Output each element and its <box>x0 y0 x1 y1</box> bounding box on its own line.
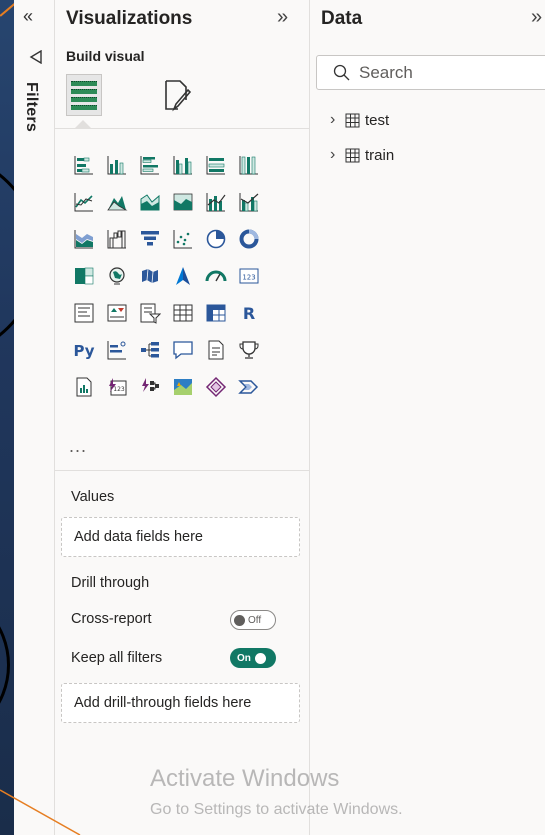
data-title: Data <box>321 8 363 29</box>
arcgis-map-icon[interactable] <box>166 368 199 405</box>
100-stacked-area-chart-icon[interactable] <box>166 183 199 220</box>
keep-all-filters-label: Keep all filters <box>71 650 163 666</box>
smart-narrative-icon[interactable] <box>199 331 232 368</box>
paginated-report-icon[interactable] <box>67 368 100 405</box>
search-input[interactable] <box>359 62 509 83</box>
report-canvas-edge <box>0 0 14 835</box>
divider <box>55 128 310 129</box>
canvas-drawing-circle-lower <box>0 585 10 745</box>
line-and-stacked-column-chart-icon[interactable] <box>199 183 232 220</box>
area-chart-icon[interactable] <box>100 183 133 220</box>
double-chevron-right-icon[interactable]: » <box>531 6 542 29</box>
key-influencers-icon[interactable] <box>100 331 133 368</box>
search-box[interactable] <box>316 55 545 90</box>
line-chart-icon[interactable] <box>67 183 100 220</box>
keep-all-filters-toggle[interactable]: On <box>230 648 276 668</box>
chevron-right-icon[interactable]: › <box>330 146 340 164</box>
build-visual-label: Build visual <box>66 48 145 64</box>
cross-report-label: Cross-report <box>71 611 152 627</box>
svg-text:123: 123 <box>113 386 125 393</box>
decomposition-tree-icon[interactable] <box>133 331 166 368</box>
multi-row-card-icon[interactable] <box>67 294 100 331</box>
table-icon <box>345 113 360 127</box>
stacked-bar-chart-icon[interactable] <box>67 146 100 183</box>
100-stacked-column-chart-icon[interactable] <box>232 146 265 183</box>
toggle-state: Off <box>248 614 262 626</box>
chevron-visual-icon[interactable] <box>232 368 265 405</box>
card-icon[interactable]: 123 <box>232 257 265 294</box>
pie-chart-icon[interactable] <box>199 220 232 257</box>
ribbon-chart-icon[interactable] <box>67 220 100 257</box>
slicer-icon[interactable] <box>133 294 166 331</box>
qa-icon[interactable] <box>166 331 199 368</box>
power-apps-icon[interactable]: 123 <box>100 368 133 405</box>
data-pane: Data » › test › train <box>310 0 545 835</box>
svg-text:Py: Py <box>73 342 94 360</box>
stacked-column-chart-icon[interactable] <box>100 146 133 183</box>
line-and-clustered-column-chart-icon[interactable] <box>232 183 265 220</box>
toggle-state: On <box>237 652 251 664</box>
canvas-drawing-stroke <box>0 789 81 835</box>
svg-text:R: R <box>242 304 254 323</box>
canvas-drawing-circle <box>0 150 14 360</box>
cross-report-toggle[interactable]: Off <box>230 610 276 630</box>
filled-map-icon[interactable] <box>133 257 166 294</box>
search-icon <box>333 64 350 81</box>
filter-funnel-icon <box>29 50 42 64</box>
donut-chart-icon[interactable] <box>232 220 265 257</box>
azure-map-icon[interactable] <box>166 257 199 294</box>
matrix-icon[interactable] <box>199 294 232 331</box>
filters-pane[interactable]: « Filters <box>14 0 55 835</box>
waterfall-chart-icon[interactable] <box>100 220 133 257</box>
canvas-drawing-line <box>0 0 14 17</box>
clustered-column-chart-icon[interactable] <box>166 146 199 183</box>
chevron-right-icon[interactable]: › <box>330 111 340 129</box>
funnel-chart-icon[interactable] <box>133 220 166 257</box>
visualizations-title: Visualizations <box>66 8 193 29</box>
stacked-area-chart-icon[interactable] <box>133 183 166 220</box>
format-visual-tab-icon[interactable] <box>160 78 194 112</box>
map-icon[interactable] <box>100 257 133 294</box>
treemap-icon[interactable] <box>67 257 100 294</box>
divider <box>55 470 310 471</box>
table-item-test[interactable]: › test <box>330 111 389 129</box>
drill-through-label: Drill through <box>71 575 150 591</box>
toggle-knob <box>254 652 266 664</box>
table-item-train[interactable]: › train <box>330 146 394 164</box>
drill-through-drop-well[interactable]: Add drill-through fields here <box>61 683 300 723</box>
table-icon[interactable] <box>166 294 199 331</box>
double-chevron-right-icon[interactable]: » <box>277 6 288 29</box>
diamond-visual-icon[interactable] <box>199 368 232 405</box>
visualizations-pane: Visualizations » Build visual 123 R Py 1… <box>55 0 310 835</box>
python-visual-icon[interactable]: Py <box>67 331 100 368</box>
power-automate-icon[interactable] <box>133 368 166 405</box>
table-name: test <box>365 111 390 129</box>
100-stacked-bar-chart-icon[interactable] <box>199 146 232 183</box>
values-label: Values <box>71 489 115 505</box>
scatter-chart-icon[interactable] <box>166 220 199 257</box>
double-chevron-left-icon[interactable]: « <box>23 6 33 27</box>
metrics-icon[interactable] <box>232 331 265 368</box>
kpi-icon[interactable] <box>100 294 133 331</box>
table-icon <box>345 148 360 162</box>
filters-label[interactable]: Filters <box>22 82 40 132</box>
values-drop-well[interactable]: Add data fields here <box>61 517 300 557</box>
build-visual-tab-icon[interactable] <box>66 74 102 116</box>
table-name: train <box>365 146 395 164</box>
clustered-bar-chart-icon[interactable] <box>133 146 166 183</box>
more-visuals-button[interactable]: ... <box>69 436 87 457</box>
toggle-knob <box>234 614 245 626</box>
r-visual-icon[interactable]: R <box>232 294 265 331</box>
svg-text:123: 123 <box>242 273 255 281</box>
visual-type-gallery: 123 R Py 123 <box>67 146 265 405</box>
gauge-icon[interactable] <box>199 257 232 294</box>
